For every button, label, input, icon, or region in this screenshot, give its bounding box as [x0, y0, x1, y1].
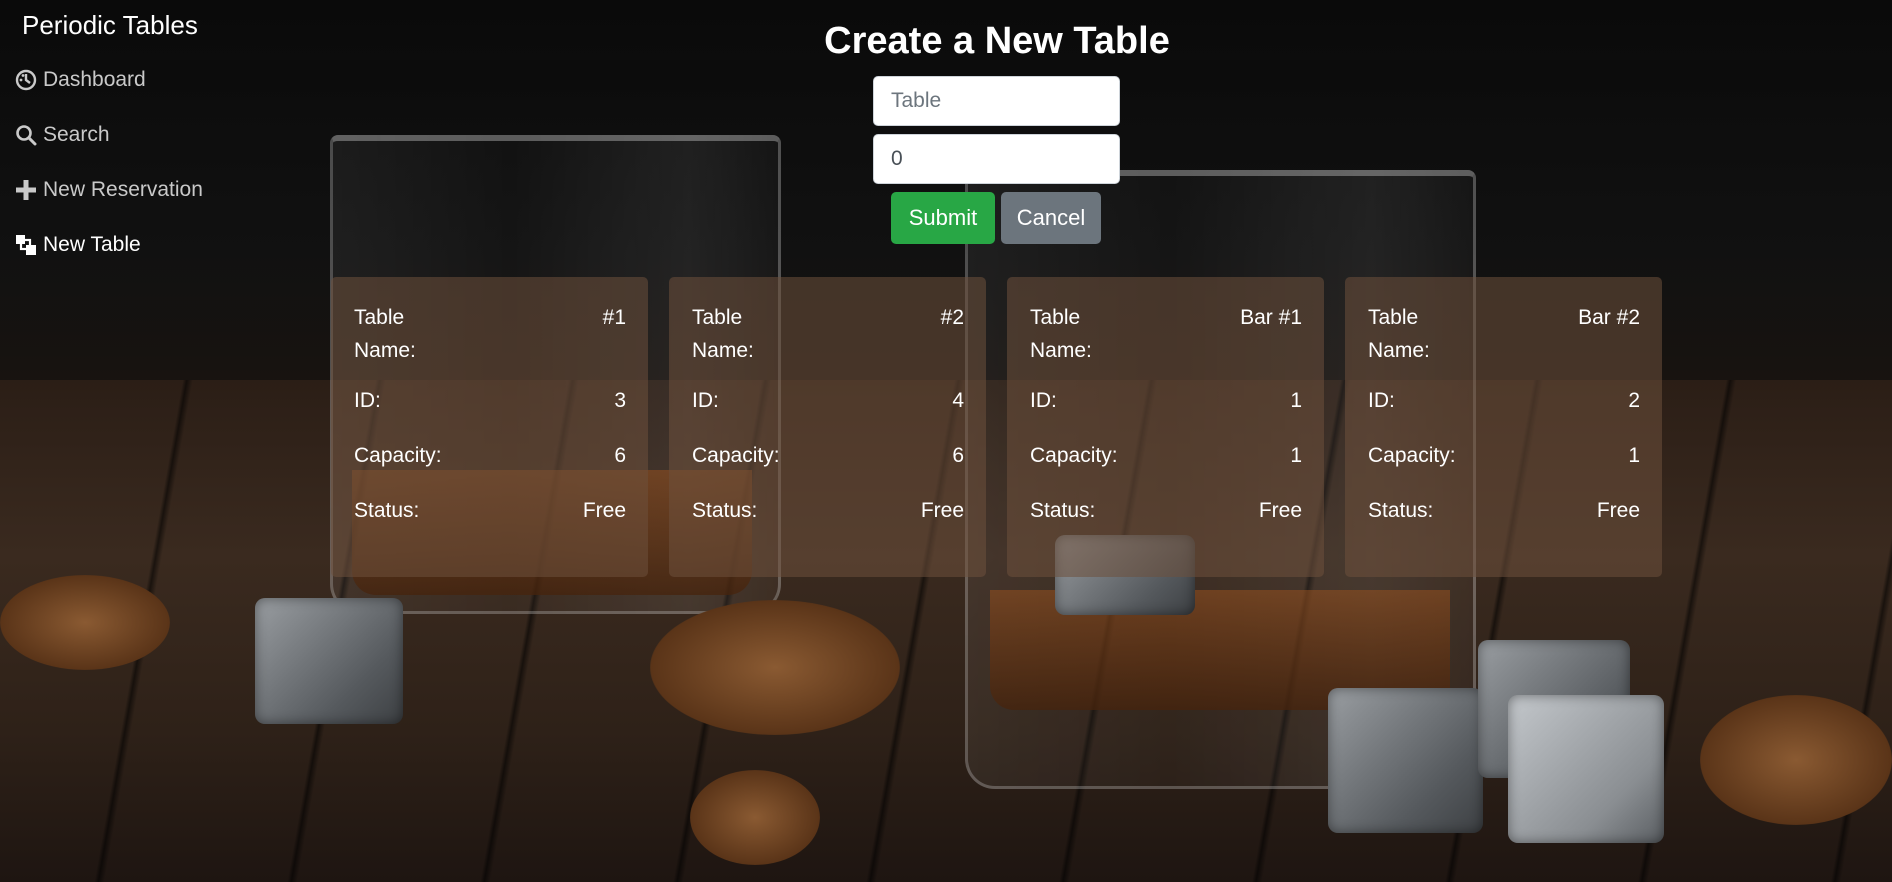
table-status-label: Status: [1030, 499, 1096, 522]
sidebar-item-label: Dashboard [43, 68, 146, 91]
table-id-value: 3 [614, 389, 626, 412]
table-id-value: 4 [952, 389, 964, 412]
search-icon [15, 124, 37, 146]
table-status-row: Status: Free [692, 494, 964, 527]
table-id-label: ID: [1030, 389, 1057, 412]
table-capacity-value: 1 [1290, 444, 1302, 467]
sidebar-item-search[interactable]: Search [15, 123, 110, 147]
table-capacity-value: 1 [1628, 444, 1640, 467]
table-name-row: Table Name: #2 [692, 301, 964, 367]
table-id-value: 2 [1628, 389, 1640, 412]
sidebar-item-label: New Reservation [43, 178, 203, 201]
dashboard-icon [15, 69, 37, 91]
submit-button[interactable]: Submit [891, 192, 995, 244]
table-card: Table Name: #2 ID: 4 Capacity: 6 Status:… [669, 277, 986, 577]
table-status-row: Status: Free [354, 494, 626, 527]
dried-leaf-3 [690, 770, 820, 865]
table-capacity-value: 6 [614, 444, 626, 467]
table-status-value: Free [1596, 499, 1640, 522]
table-name-row: Table Name: Bar #2 [1368, 301, 1640, 367]
sidebar-item-dashboard[interactable]: Dashboard [15, 68, 146, 92]
brand-title[interactable]: Periodic Tables [22, 10, 198, 41]
table-status-label: Status: [692, 499, 758, 522]
table-name-value: Bar #1 [1240, 306, 1302, 329]
app-root: Periodic Tables Dashboard Search New Res… [0, 0, 1892, 882]
table-capacity-label: Capacity: [692, 444, 780, 467]
table-capacity-value: 6 [952, 444, 964, 467]
table-status-row: Status: Free [1030, 494, 1302, 527]
table-id-row: ID: 1 [1030, 384, 1302, 417]
plus-icon [15, 179, 37, 201]
coconut-husk [650, 600, 900, 735]
table-status-value: Free [1258, 499, 1302, 522]
sidebar-item-new-table[interactable]: New Table [15, 233, 141, 257]
table-capacity-row: Capacity: 6 [354, 439, 626, 472]
dried-leaf-2 [1700, 695, 1892, 825]
table-name-row: Table Name: Bar #1 [1030, 301, 1302, 367]
table-id-label: ID: [1368, 389, 1395, 412]
table-capacity-row: Capacity: 6 [692, 439, 964, 472]
table-capacity-label: Capacity: [354, 444, 442, 467]
table-status-label: Status: [354, 499, 420, 522]
table-status-value: Free [920, 499, 964, 522]
table-name-input[interactable] [873, 76, 1120, 126]
sidebar-item-new-reservation[interactable]: New Reservation [15, 178, 203, 202]
table-capacity-label: Capacity: [1030, 444, 1118, 467]
table-id-row: ID: 2 [1368, 384, 1640, 417]
stacked-squares-icon [15, 234, 37, 256]
table-card-list: Table Name: #1 ID: 3 Capacity: 6 Status:… [331, 277, 1662, 577]
table-id-label: ID: [692, 389, 719, 412]
ice-stone-1 [255, 598, 403, 724]
table-name-row: Table Name: #1 [354, 301, 626, 367]
table-name-label: Table Name: [1368, 306, 1430, 362]
table-id-value: 1 [1290, 389, 1302, 412]
table-name-label: Table Name: [354, 306, 416, 362]
table-card: Table Name: #1 ID: 3 Capacity: 6 Status:… [331, 277, 648, 577]
table-capacity-label: Capacity: [1368, 444, 1456, 467]
dried-leaf-1 [0, 575, 170, 670]
table-id-row: ID: 4 [692, 384, 964, 417]
table-status-row: Status: Free [1368, 494, 1640, 527]
table-id-label: ID: [354, 389, 381, 412]
cancel-button[interactable]: Cancel [1001, 192, 1101, 244]
table-name-value: Bar #2 [1578, 306, 1640, 329]
table-status-label: Status: [1368, 499, 1434, 522]
table-capacity-row: Capacity: 1 [1030, 439, 1302, 472]
sidebar-item-label: New Table [43, 233, 141, 256]
table-name-label: Table Name: [692, 306, 754, 362]
capacity-input[interactable] [873, 134, 1120, 184]
table-name-label: Table Name: [1030, 306, 1092, 362]
table-id-row: ID: 3 [354, 384, 626, 417]
table-card: Table Name: Bar #2 ID: 2 Capacity: 1 Sta… [1345, 277, 1662, 577]
ice-stone-2 [1328, 688, 1483, 833]
ice-stone-4 [1508, 695, 1664, 843]
page-title: Create a New Table [824, 20, 1170, 62]
sidebar-item-label: Search [43, 123, 110, 146]
table-capacity-row: Capacity: 1 [1368, 439, 1640, 472]
table-card: Table Name: Bar #1 ID: 1 Capacity: 1 Sta… [1007, 277, 1324, 577]
table-status-value: Free [582, 499, 626, 522]
table-name-value: #1 [602, 306, 626, 329]
table-name-value: #2 [940, 306, 964, 329]
